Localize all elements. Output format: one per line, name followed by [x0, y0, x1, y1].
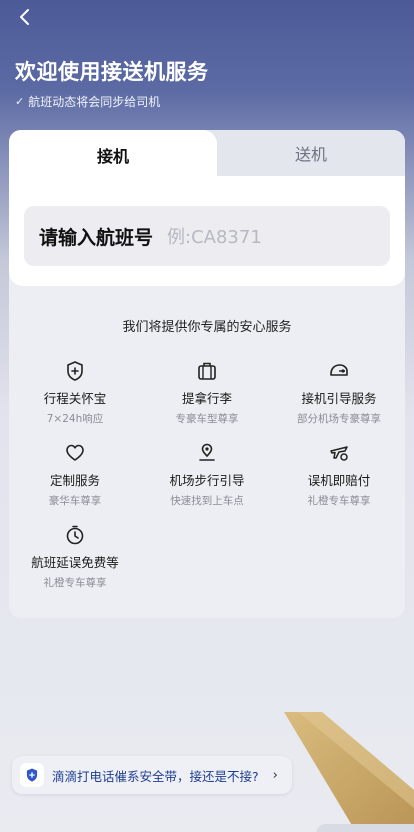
service-item: 定制服务 豪华车尊享: [9, 442, 141, 508]
service-desc: 礼橙专车尊享: [307, 495, 371, 507]
service-item: 误机即赔付 礼橙专车尊享: [273, 442, 405, 508]
shield-plus-icon: [67, 361, 83, 381]
chevron-right-icon: ›: [272, 767, 278, 783]
service-name: 定制服务: [49, 473, 100, 488]
service-desc: 礼橙专车尊享: [43, 577, 107, 589]
header-subtitle-text: 航班动态将会同步给司机: [28, 95, 161, 109]
luggage-icon: [198, 362, 216, 380]
back-button[interactable]: [12, 4, 38, 30]
service-desc: 快速找到上车点: [170, 495, 244, 507]
service-name: 机场步行引导: [169, 473, 245, 488]
service-name: 接机引导服务: [301, 391, 377, 406]
service-name: 误机即赔付: [307, 473, 371, 488]
tab-bar: 接机 送机: [9, 130, 405, 180]
service-item: 行程关怀宝 7×24h响应: [9, 360, 141, 426]
guide-sign-icon: [330, 364, 348, 376]
service-item: 航班延误免费等 礼橙专车尊享: [9, 524, 141, 590]
flight-input-label: 请输入航班号: [39, 226, 154, 249]
plane-compensation-icon: [330, 446, 348, 461]
notice-text: 滴滴打电话催系安全带，接还是不接?: [52, 768, 259, 784]
heart-icon: [66, 444, 84, 461]
check-icon: ✓: [15, 95, 25, 108]
service-name: 行程关怀宝: [43, 391, 107, 406]
booking-card: 接机 送机 请输入航班号 例:CA8371 我们将提供你专属的安心服务 行程关怀…: [9, 130, 405, 618]
service-item: 接机引导服务 部分机场专豪尊享: [273, 360, 405, 426]
safety-notice-banner[interactable]: 滴滴打电话催系安全带，接还是不接? ›: [12, 756, 292, 794]
service-desc: 7×24h响应: [46, 413, 104, 425]
shield-plus-icon: [20, 763, 44, 787]
flight-number-input[interactable]: 请输入航班号 例:CA8371: [24, 206, 390, 266]
page-title: 欢迎使用接送机服务: [15, 60, 209, 84]
flight-input-placeholder: 例:CA8371: [167, 227, 262, 248]
service-item: 机场步行引导 快速找到上车点: [141, 442, 273, 508]
bottom-tab-edge: [316, 824, 414, 832]
service-desc: 部分机场专豪尊享: [297, 413, 381, 425]
service-item: 提拿行李 专豪车型尊享: [141, 360, 273, 426]
location-pin-icon: [199, 443, 215, 461]
service-name: 航班延误免费等: [31, 555, 119, 570]
service-desc: 专豪车型尊享: [175, 413, 239, 425]
stopwatch-icon: [66, 525, 84, 545]
services-title: 我们将提供你专属的安心服务: [122, 320, 292, 335]
service-desc: 豪华车尊享: [48, 495, 102, 507]
chevron-left-icon: [20, 9, 29, 25]
header-subtitle: ✓ 航班动态将会同步给司机: [15, 93, 160, 110]
plane-tail-illustration: [284, 712, 414, 832]
flight-panel: 请输入航班号 例:CA8371: [9, 176, 405, 286]
tab-pickup[interactable]: 接机: [9, 130, 217, 180]
tab-dropoff[interactable]: 送机: [217, 130, 405, 176]
service-name: 提拿行李: [181, 391, 232, 406]
